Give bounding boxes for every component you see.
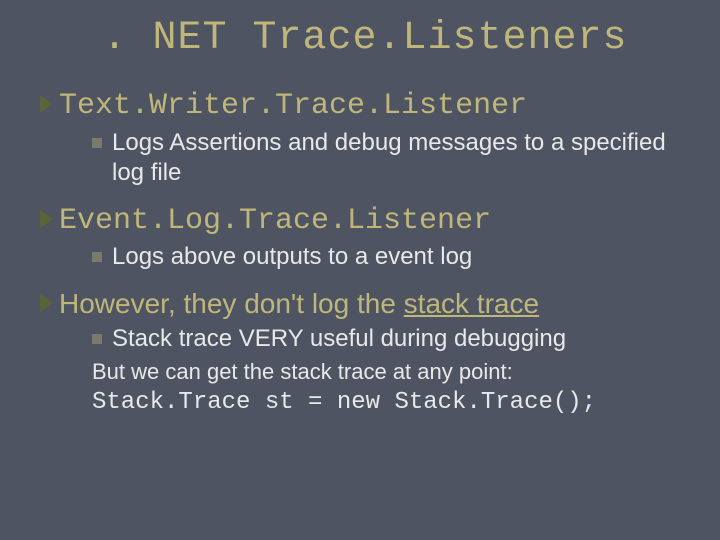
- bullet-eventlog: Event.Log.Trace.Listener: [40, 204, 690, 239]
- slide: . NET Trace.Listeners Text.Writer.Trace.…: [0, 0, 720, 540]
- slide-title: . NET Trace.Listeners: [40, 16, 690, 61]
- triangle-icon: [40, 210, 53, 228]
- triangle-icon: [40, 95, 53, 113]
- tail-line-1: But we can get the stack trace at any po…: [92, 358, 690, 387]
- bullet-however: However, they don't log the stack trace: [40, 288, 690, 320]
- tail-line-2-code: Stack.Trace st = new Stack.Trace();: [92, 387, 690, 418]
- triangle-icon: [40, 294, 53, 312]
- bullet-textwriter: Text.Writer.Trace.Listener: [40, 89, 690, 124]
- however-lead: However,: [59, 288, 184, 319]
- sub-eventlog-label: Logs above outputs to a event log: [112, 242, 472, 272]
- bullet-eventlog-label: Event.Log.Trace.Listener: [59, 204, 491, 239]
- sub-textwriter-label: Logs Assertions and debug messages to a …: [112, 128, 672, 188]
- square-icon: [92, 252, 102, 262]
- bullet-textwriter-label: Text.Writer.Trace.Listener: [59, 89, 527, 124]
- bullet-however-label: However, they don't log the stack trace: [59, 288, 539, 320]
- sub-stacktrace-label: Stack trace VERY useful during debugging: [112, 324, 566, 354]
- square-icon: [92, 138, 102, 148]
- square-icon: [92, 334, 102, 344]
- sub-stacktrace: Stack trace VERY useful during debugging: [92, 324, 690, 354]
- however-rest: they don't log the: [184, 288, 404, 319]
- however-underline: stack trace: [404, 288, 539, 319]
- sub-eventlog: Logs above outputs to a event log: [92, 242, 690, 272]
- sub-textwriter: Logs Assertions and debug messages to a …: [92, 128, 690, 188]
